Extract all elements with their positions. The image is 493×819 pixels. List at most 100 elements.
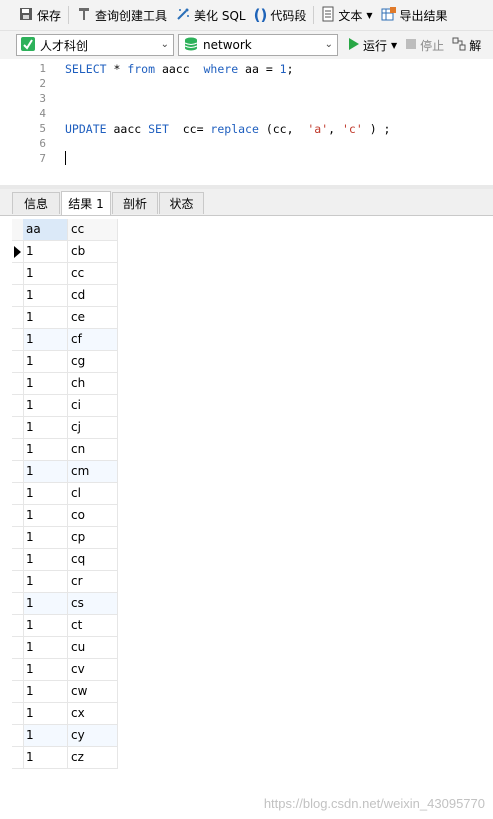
save-button[interactable]: 保存 [14, 2, 65, 28]
table-row[interactable]: 1 ce [12, 307, 118, 329]
cell-cc[interactable]: cl [68, 483, 118, 504]
cell-aa[interactable]: 1 [23, 571, 68, 592]
cell-aa[interactable]: 1 [23, 329, 68, 350]
cell-cc[interactable]: cw [68, 681, 118, 702]
query-builder-button[interactable]: 查询创建工具 [72, 2, 171, 28]
table-row[interactable]: 1 cd [12, 285, 118, 307]
cell-aa[interactable]: 1 [23, 747, 68, 768]
cell-cc[interactable]: cb [68, 241, 118, 262]
cell-cc[interactable]: cd [68, 285, 118, 306]
column-header-cc[interactable]: cc [68, 219, 118, 240]
beautify-sql-button[interactable]: 美化 SQL [171, 2, 250, 28]
cell-aa[interactable]: 1 [23, 351, 68, 372]
code-text: aacc [106, 122, 149, 136]
cell-cc[interactable]: ce [68, 307, 118, 328]
cell-cc[interactable]: cg [68, 351, 118, 372]
table-row[interactable]: 1 cb [12, 241, 118, 263]
table-row[interactable]: 1 cg [12, 351, 118, 373]
cell-aa[interactable]: 1 [23, 615, 68, 636]
run-button[interactable]: 运行 ▼ [344, 32, 401, 58]
cell-cc[interactable]: ci [68, 395, 118, 416]
cell-cc[interactable]: cr [68, 571, 118, 592]
cell-aa[interactable]: 1 [23, 395, 68, 416]
grid-header-row: aa cc [12, 219, 118, 241]
table-row[interactable]: 1 cc [12, 263, 118, 285]
cell-aa[interactable]: 1 [23, 681, 68, 702]
table-row[interactable]: 1 cq [12, 549, 118, 571]
table-row[interactable]: 1 ch [12, 373, 118, 395]
table-row[interactable]: 1 cl [12, 483, 118, 505]
database-select[interactable]: network ⌄ [178, 34, 338, 56]
cell-aa[interactable]: 1 [23, 439, 68, 460]
cell-cc[interactable]: cm [68, 461, 118, 482]
cell-aa[interactable]: 1 [23, 527, 68, 548]
cell-cc[interactable]: cz [68, 747, 118, 768]
sql-editor[interactable]: 1 2 3 4 5 6 7 SELECT * from aacc where a… [0, 59, 493, 185]
cell-aa[interactable]: 1 [23, 285, 68, 306]
save-label: 保存 [37, 8, 62, 23]
tab-info[interactable]: 信息 [12, 192, 60, 214]
text-button[interactable]: 文本 ▼ [317, 2, 376, 28]
column-header-aa[interactable]: aa [23, 219, 68, 240]
cell-cc[interactable]: cp [68, 527, 118, 548]
toolbar-divider [313, 6, 315, 24]
cell-cc[interactable]: ct [68, 615, 118, 636]
table-row[interactable]: 1 cm [12, 461, 118, 483]
table-row[interactable]: 1 cn [12, 439, 118, 461]
cell-cc[interactable]: cj [68, 417, 118, 438]
code-snippet-button[interactable]: () 代码段 [250, 2, 311, 28]
table-row[interactable]: 1 ci [12, 395, 118, 417]
cell-aa[interactable]: 1 [23, 593, 68, 614]
cell-aa[interactable]: 1 [23, 549, 68, 570]
code-line-5: UPDATE aacc SET cc= replace (cc, 'a', 'c… [65, 122, 390, 136]
cell-aa[interactable]: 1 [23, 461, 68, 482]
table-row[interactable]: 1 cw [12, 681, 118, 703]
cell-aa[interactable]: 1 [23, 483, 68, 504]
table-row[interactable]: 1 cs [12, 593, 118, 615]
cell-aa[interactable]: 1 [23, 505, 68, 526]
table-row[interactable]: 1 cr [12, 571, 118, 593]
table-row[interactable]: 1 cy [12, 725, 118, 747]
code-text: cc= [168, 122, 211, 136]
cell-aa[interactable]: 1 [23, 241, 68, 262]
table-row[interactable]: 1 cp [12, 527, 118, 549]
cell-aa[interactable]: 1 [23, 703, 68, 724]
cell-aa[interactable]: 1 [23, 637, 68, 658]
cell-aa[interactable]: 1 [23, 725, 68, 746]
cell-cc[interactable]: cv [68, 659, 118, 680]
table-row[interactable]: 1 cf [12, 329, 118, 351]
cell-aa[interactable]: 1 [23, 307, 68, 328]
tab-status[interactable]: 状态 [159, 192, 204, 214]
table-row[interactable]: 1 cv [12, 659, 118, 681]
cell-cc[interactable]: cq [68, 549, 118, 570]
table-row[interactable]: 1 cu [12, 637, 118, 659]
table-row[interactable]: 1 cj [12, 417, 118, 439]
tab-profile[interactable]: 剖析 [112, 192, 158, 214]
cell-aa[interactable]: 1 [23, 263, 68, 284]
cell-aa[interactable]: 1 [23, 417, 68, 438]
beautify-sql-label: 美化 SQL [194, 8, 246, 23]
cell-cc[interactable]: cu [68, 637, 118, 658]
cell-cc[interactable]: cf [68, 329, 118, 350]
table-row[interactable]: 1 ct [12, 615, 118, 637]
cell-aa[interactable]: 1 [23, 373, 68, 394]
cell-cc[interactable]: cs [68, 593, 118, 614]
table-row[interactable]: 1 cz [12, 747, 118, 769]
connection-value: 人才科创 [40, 38, 89, 53]
export-results-button[interactable]: 导出结果 [377, 2, 452, 28]
tab-result-1[interactable]: 结果 1 [61, 191, 111, 215]
cell-cc[interactable]: cy [68, 725, 118, 746]
line-number: 4 [39, 107, 46, 120]
explain-button[interactable]: 解 [448, 32, 485, 58]
text-cursor [65, 151, 66, 165]
stop-button[interactable]: 停止 [401, 32, 448, 58]
table-row[interactable]: 1 co [12, 505, 118, 527]
cell-cc[interactable]: cn [68, 439, 118, 460]
cell-aa[interactable]: 1 [23, 659, 68, 680]
table-row[interactable]: 1 cx [12, 703, 118, 725]
cell-cc[interactable]: co [68, 505, 118, 526]
cell-cc[interactable]: ch [68, 373, 118, 394]
cell-cc[interactable]: cx [68, 703, 118, 724]
connection-select[interactable]: 人才科创 ⌄ [16, 34, 174, 56]
cell-cc[interactable]: cc [68, 263, 118, 284]
